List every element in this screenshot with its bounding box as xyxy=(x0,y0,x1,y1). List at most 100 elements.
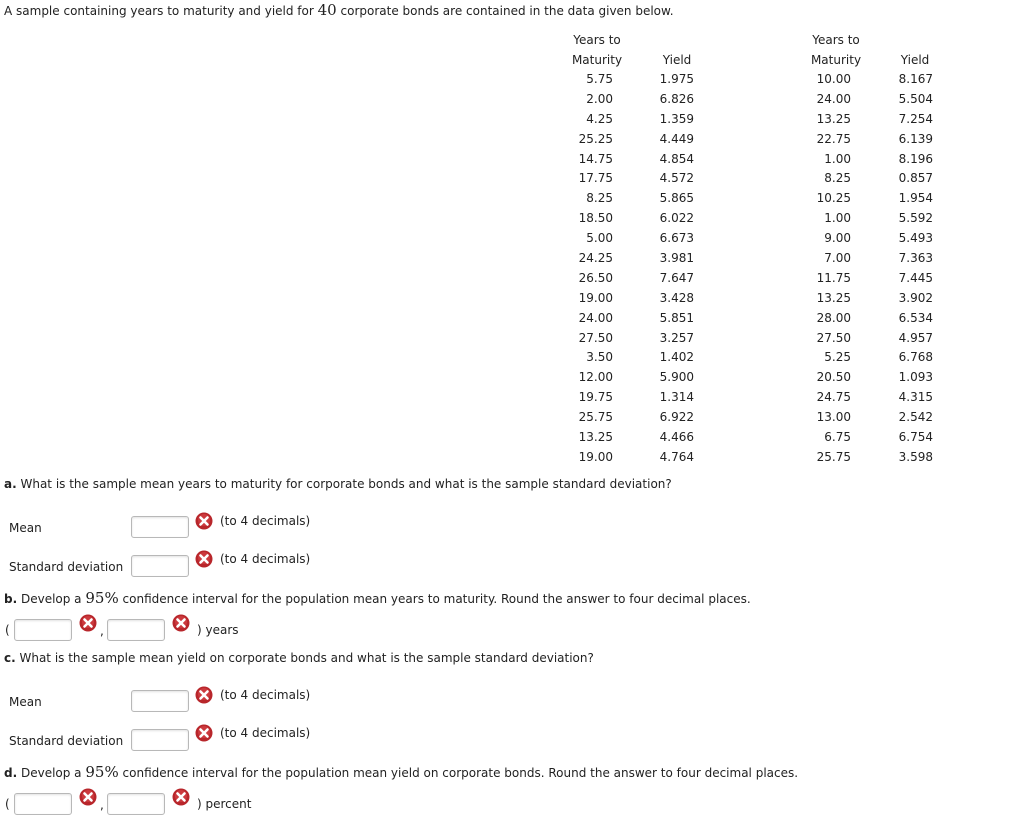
left-yield-column: Yield 1.975 6.826 1.359 4.449 4.854 4.572 5.86… xyxy=(650,30,704,468)
yield-header: Yield xyxy=(662,53,692,67)
maturity-cell: 19.00 xyxy=(578,449,613,464)
maturity-cell: 18.50 xyxy=(578,211,613,226)
problem-intro: A sample containing years to maturity an… xyxy=(4,1,674,19)
yield-cell: 5.851 xyxy=(659,310,694,325)
yield-cell: 4.957 xyxy=(898,330,933,345)
right-yield-column: Yield 8.167 5.504 7.254 6.139 8.196 0.857 1.95… xyxy=(888,30,942,468)
maturity-cell: 3.50 xyxy=(586,350,613,365)
maturity-cell: 1.00 xyxy=(824,151,851,166)
yield-cell: 3.598 xyxy=(898,449,933,464)
yield-cell: 1.954 xyxy=(898,191,933,206)
yield-cell: 7.445 xyxy=(898,270,933,285)
open-paren: ( xyxy=(5,623,10,637)
yield-cell: 3.981 xyxy=(659,251,694,266)
decimals-note: (to 4 decimals) xyxy=(220,552,311,566)
maturity-cell: 13.25 xyxy=(816,111,851,126)
maturity-ci-upper-input[interactable] xyxy=(107,619,165,641)
question-c: c. What is the sample mean yield on corp… xyxy=(4,651,594,665)
yield-cell: 1.314 xyxy=(659,390,694,405)
comma-separator: , xyxy=(100,798,104,812)
maturity-header-line2: Maturity xyxy=(810,53,862,67)
confidence-level: 95% xyxy=(85,589,119,607)
maturity-cell: 9.00 xyxy=(824,231,851,246)
maturity-cell: 5.75 xyxy=(586,72,613,86)
yield-cell: 6.534 xyxy=(898,310,933,325)
maturity-cell: 4.25 xyxy=(586,111,613,126)
yield-cell: 4.466 xyxy=(659,430,694,445)
x-circle-icon xyxy=(172,614,190,632)
maturity-mean-input[interactable] xyxy=(131,516,189,538)
maturity-cell: 8.25 xyxy=(824,171,851,186)
yield-cell: 1.093 xyxy=(898,370,933,385)
yield-cell: 3.257 xyxy=(659,330,694,345)
maturity-cell: 2.00 xyxy=(586,91,613,106)
mean-label: Mean xyxy=(9,521,42,535)
maturity-cell: 5.00 xyxy=(586,231,613,246)
maturity-cell: 19.00 xyxy=(578,290,613,305)
bond-count: 40 xyxy=(317,1,337,19)
maturity-std-dev-input[interactable] xyxy=(131,555,189,577)
yield-cell: 5.504 xyxy=(898,91,933,106)
maturity-ci-lower-input[interactable] xyxy=(14,619,72,641)
yield-ci-lower-input[interactable] xyxy=(14,793,72,815)
yield-cell: 6.922 xyxy=(659,410,694,425)
yield-cell: 5.865 xyxy=(659,191,694,206)
decimals-note: (to 4 decimals) xyxy=(220,514,311,528)
maturity-cell: 27.50 xyxy=(578,330,613,345)
maturity-cell: 25.25 xyxy=(578,131,613,146)
maturity-cell: 20.50 xyxy=(816,370,851,385)
yield-cell: 1.359 xyxy=(659,111,694,126)
maturity-header-line1: Years to xyxy=(812,33,860,47)
ci-unit-percent: ) percent xyxy=(197,797,252,811)
maturity-cell: 26.50 xyxy=(578,270,613,285)
maturity-cell: 19.75 xyxy=(578,390,613,405)
yield-std-dev-input[interactable] xyxy=(131,729,189,751)
comma-separator: , xyxy=(100,624,104,638)
yield-cell: 1.975 xyxy=(659,72,694,86)
maturity-cell: 24.00 xyxy=(816,91,851,106)
maturity-cell: 5.25 xyxy=(824,350,851,365)
ci-unit-years: ) years xyxy=(197,623,239,637)
yield-cell: 1.402 xyxy=(659,350,694,365)
yield-cell: 6.022 xyxy=(659,211,694,226)
yield-cell: 7.363 xyxy=(898,251,933,266)
yield-cell: 5.900 xyxy=(659,370,694,385)
x-circle-icon xyxy=(195,550,213,568)
question-b: b. Develop a 95% confidence interval for… xyxy=(4,589,751,607)
question-a: a. What is the sample mean years to matu… xyxy=(4,477,672,491)
decimals-note: (to 4 decimals) xyxy=(220,726,311,740)
maturity-cell: 13.25 xyxy=(816,290,851,305)
maturity-cell: 24.75 xyxy=(816,390,851,405)
std-dev-label: Standard deviation xyxy=(9,560,124,574)
yield-header: Yield xyxy=(900,53,930,67)
maturity-cell: 17.75 xyxy=(578,171,613,186)
maturity-header-line1: Years to xyxy=(573,33,621,47)
maturity-cell: 11.75 xyxy=(816,270,851,285)
yield-mean-input[interactable] xyxy=(131,690,189,712)
yield-cell: 6.673 xyxy=(659,231,694,246)
x-circle-icon xyxy=(79,788,97,806)
confidence-level: 95% xyxy=(85,763,119,781)
right-maturity-column: Years to Maturity 10.00 24.00 13.25 22.75 1.… xyxy=(805,30,867,468)
yield-cell: 6.826 xyxy=(659,91,694,106)
yield-cell: 4.854 xyxy=(659,151,694,166)
yield-cell: 0.857 xyxy=(898,171,933,186)
yield-cell: 7.647 xyxy=(659,270,694,285)
mean-label: Mean xyxy=(9,695,42,709)
x-circle-icon xyxy=(195,724,213,742)
yield-cell: 8.196 xyxy=(898,151,933,166)
yield-cell: 4.315 xyxy=(898,390,933,405)
yield-cell: 2.542 xyxy=(898,410,933,425)
yield-cell: 6.754 xyxy=(898,430,933,445)
yield-cell: 6.768 xyxy=(898,350,933,365)
maturity-cell: 25.75 xyxy=(816,449,851,464)
maturity-cell: 22.75 xyxy=(816,131,851,146)
yield-cell: 4.449 xyxy=(659,131,694,146)
yield-ci-upper-input[interactable] xyxy=(107,793,165,815)
yield-cell: 5.493 xyxy=(898,231,933,246)
yield-cell: 3.428 xyxy=(659,290,694,305)
maturity-cell: 8.25 xyxy=(586,191,613,206)
maturity-cell: 1.00 xyxy=(824,211,851,226)
yield-cell: 5.592 xyxy=(898,211,933,226)
maturity-cell: 7.00 xyxy=(824,251,851,266)
